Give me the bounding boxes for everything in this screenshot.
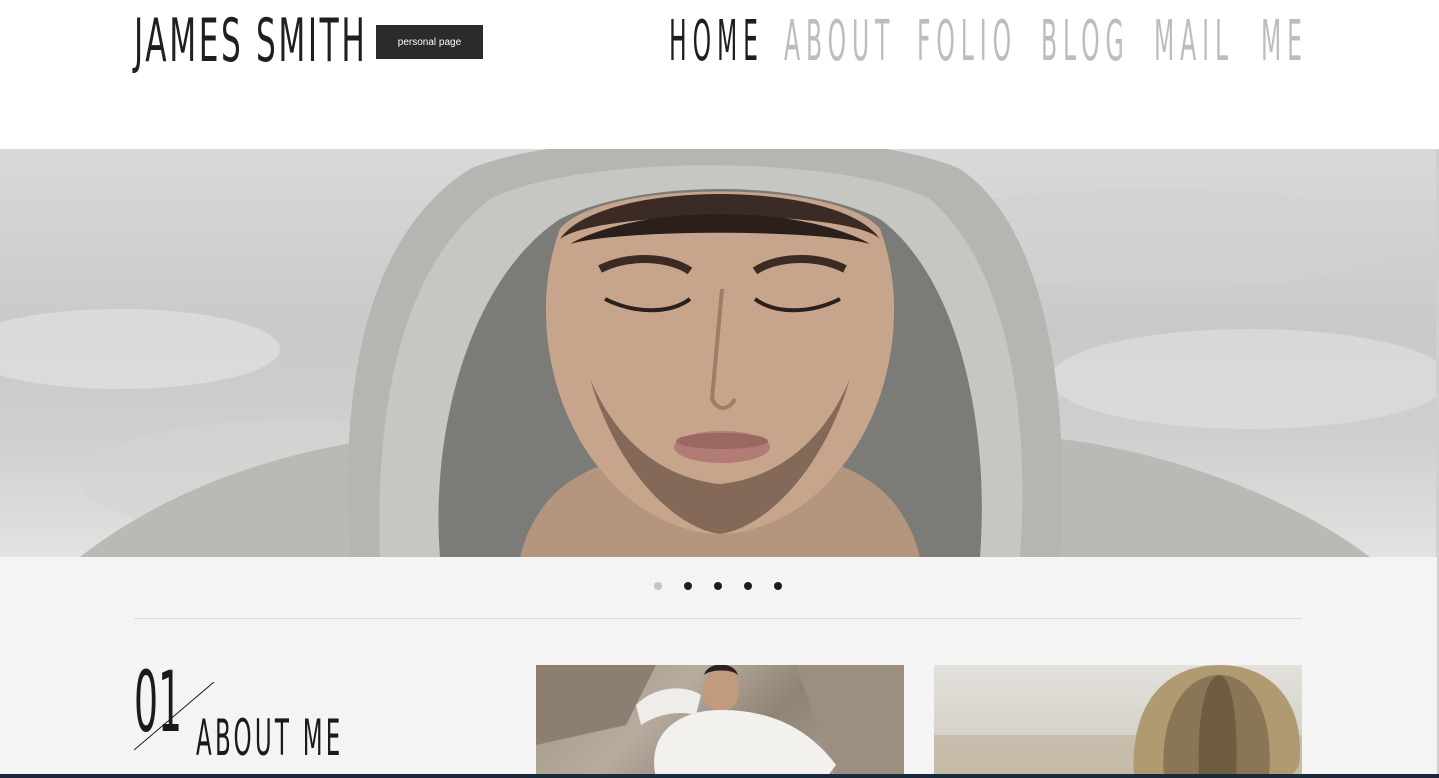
slider-dot-3[interactable] <box>714 582 722 590</box>
main-nav: HOME ABOUT FOLIO BLOG MAIL ME <box>0 0 1439 90</box>
slider-pagination <box>0 580 1437 594</box>
balloon-illustration <box>934 665 1302 778</box>
about-photo-portrait <box>536 665 904 778</box>
hero-illustration <box>0 149 1437 557</box>
taskbar <box>0 774 1439 778</box>
nav-item-home[interactable]: HOME <box>669 10 764 74</box>
section-title-about: ABOUT ME <box>196 709 344 767</box>
section-divider <box>134 618 1302 619</box>
hero-slide-image <box>0 149 1437 557</box>
nav-item-folio[interactable]: FOLIO <box>917 10 1017 74</box>
nav-item-blog[interactable]: BLOG <box>1041 10 1130 74</box>
nav-item-me[interactable]: ME <box>1261 10 1308 74</box>
nav-item-about[interactable]: ABOUT <box>784 10 895 74</box>
nav-item-mail[interactable]: MAIL <box>1154 10 1234 74</box>
slider-dot-4[interactable] <box>744 582 752 590</box>
slider-dot-2[interactable] <box>684 582 692 590</box>
site-header: JAMES SMITH personal page HOME ABOUT FOL… <box>0 0 1439 149</box>
slider-dot-1[interactable] <box>654 582 662 590</box>
about-photo-balloon <box>934 665 1302 778</box>
portrait-illustration <box>536 665 904 778</box>
slider-dot-5[interactable] <box>774 582 782 590</box>
